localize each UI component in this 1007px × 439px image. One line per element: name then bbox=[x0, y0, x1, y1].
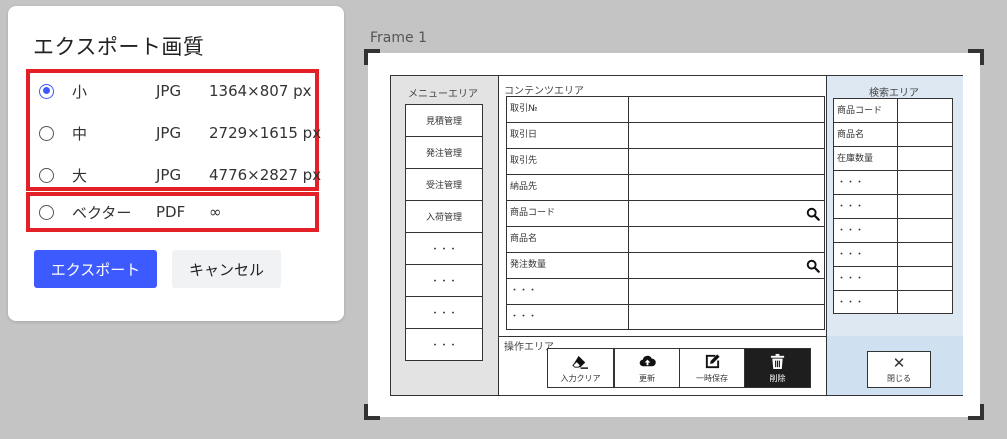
menu-item: ・・・ bbox=[405, 328, 483, 361]
search-row-label: ・・・ bbox=[837, 250, 865, 260]
search-icon bbox=[806, 259, 820, 273]
delete-button: 削除 bbox=[744, 348, 811, 388]
option-size: ベクター bbox=[72, 203, 132, 222]
search-row-label: ・・・ bbox=[837, 274, 865, 284]
content-area: コンテンツエリア 取引№ 取引日 取引先 納品先 商品コード 商品名 発注数量 … bbox=[499, 76, 827, 337]
search-row: ・・・ bbox=[833, 266, 953, 290]
content-row-label: 商品コード bbox=[510, 208, 556, 218]
radio-large[interactable] bbox=[39, 167, 54, 183]
radio-medium[interactable] bbox=[39, 125, 54, 141]
content-row: 取引先 bbox=[506, 148, 825, 174]
search-row-label: 在庫数量 bbox=[837, 154, 874, 164]
menu-item: 入荷管理 bbox=[405, 200, 483, 233]
trash-icon bbox=[770, 353, 785, 369]
content-row-label: 取引日 bbox=[510, 130, 538, 140]
export-dialog: エクスポート画質 小 JPG 1364×807 px 中 JPG 2729×16… bbox=[8, 6, 344, 321]
resize-handle-bottom-left[interactable] bbox=[364, 404, 380, 420]
temp-save-button: 一時保存 bbox=[679, 348, 745, 388]
search-row: ・・・ bbox=[833, 242, 953, 266]
menu-item: 受注管理 bbox=[405, 168, 483, 201]
export-button[interactable]: エクスポート bbox=[34, 250, 157, 288]
content-row: 商品名 bbox=[506, 226, 825, 252]
search-area-title: 検索エリア bbox=[869, 88, 919, 99]
content-row: 取引№ bbox=[506, 96, 825, 122]
raster-options-group: 小 JPG 1364×807 px 中 JPG 2729×1615 px 大 J… bbox=[26, 69, 322, 191]
option-size: 中 bbox=[72, 124, 88, 143]
menu-item: ・・・ bbox=[405, 264, 483, 297]
option-format: JPG bbox=[156, 82, 182, 100]
menu-item: ・・・ bbox=[405, 232, 483, 265]
option-format: JPG bbox=[156, 124, 182, 142]
search-row: ・・・ bbox=[833, 290, 953, 314]
option-dimensions: 4776×2827 px bbox=[209, 166, 322, 184]
content-row: 納品先 bbox=[506, 174, 825, 200]
resize-handle-top-left[interactable] bbox=[364, 49, 380, 65]
option-format: PDF bbox=[156, 203, 186, 221]
edit-icon bbox=[705, 353, 720, 368]
wireframe: メニューエリア 見積管理 発注管理 受注管理 入荷管理 ・・・ ・・・ ・・・ … bbox=[390, 75, 963, 396]
search-row: ・・・ bbox=[833, 218, 953, 242]
content-row: 商品コード bbox=[506, 200, 825, 226]
search-row-label: 商品コード bbox=[837, 106, 883, 116]
menu-area-title: メニューエリア bbox=[408, 89, 478, 100]
content-row: ・・・ bbox=[506, 304, 825, 330]
content-row: ・・・ bbox=[506, 278, 825, 304]
option-dimensions: 2729×1615 px bbox=[209, 124, 322, 142]
search-row: 在庫数量 bbox=[833, 146, 953, 170]
menu-item: 発注管理 bbox=[405, 136, 483, 169]
eraser-icon bbox=[572, 355, 589, 369]
radio-small[interactable] bbox=[39, 83, 54, 99]
search-icon bbox=[806, 207, 820, 221]
close-button: ✕ 閉じる bbox=[867, 351, 931, 388]
radio-vector[interactable] bbox=[39, 204, 54, 220]
button-label: 削除 bbox=[769, 373, 786, 383]
option-size: 大 bbox=[72, 166, 88, 185]
search-row-label: ・・・ bbox=[837, 226, 865, 236]
content-area-title: コンテンツエリア bbox=[504, 86, 584, 97]
frame-label: Frame 1 bbox=[370, 30, 427, 46]
button-label: 入力クリア bbox=[560, 373, 601, 383]
content-row-label: ・・・ bbox=[510, 312, 538, 322]
search-row-label: 商品名 bbox=[837, 130, 865, 140]
search-area: 検索エリア 商品コード 商品名 在庫数量 ・・・ ・・・ ・・・ ・・・ ・・・… bbox=[827, 76, 963, 337]
close-icon: ✕ bbox=[892, 354, 906, 372]
search-row-label: ・・・ bbox=[837, 298, 865, 308]
search-row: ・・・ bbox=[833, 170, 953, 194]
content-row: 発注数量 bbox=[506, 252, 825, 278]
option-size: 小 bbox=[72, 82, 88, 101]
search-row: ・・・ bbox=[833, 194, 953, 218]
option-dimensions: 1364×807 px bbox=[209, 82, 312, 100]
button-label: 閉じる bbox=[887, 374, 911, 383]
content-row: 取引日 bbox=[506, 122, 825, 148]
content-row-label: ・・・ bbox=[510, 286, 538, 296]
content-row-label: 商品名 bbox=[510, 234, 538, 244]
dialog-title: エクスポート画質 bbox=[33, 35, 205, 59]
resize-handle-top-right[interactable] bbox=[968, 49, 984, 65]
resize-handle-bottom-right[interactable] bbox=[968, 404, 984, 420]
vector-options-group: ベクター PDF ∞ bbox=[26, 192, 319, 232]
button-label: 更新 bbox=[639, 373, 655, 383]
update-button: 更新 bbox=[614, 348, 680, 388]
content-row-label: 納品先 bbox=[510, 182, 538, 192]
content-row-label: 取引先 bbox=[510, 156, 538, 166]
menu-item: 見積管理 bbox=[405, 104, 483, 137]
cancel-button[interactable]: キャンセル bbox=[172, 250, 281, 288]
operation-area: 操作エリア 入力クリア 更新 一時保存 削除 bbox=[499, 336, 827, 395]
option-dimensions: ∞ bbox=[209, 203, 222, 221]
content-row-label: 取引№ bbox=[510, 104, 538, 114]
close-area: ✕ 閉じる bbox=[827, 336, 963, 395]
content-row-label: 発注数量 bbox=[510, 260, 547, 270]
button-label: 一時保存 bbox=[696, 373, 728, 383]
search-row-label: ・・・ bbox=[837, 202, 865, 212]
search-row: 商品コード bbox=[833, 98, 953, 122]
search-row-label: ・・・ bbox=[837, 178, 865, 188]
option-format: JPG bbox=[156, 166, 182, 184]
search-row: 商品名 bbox=[833, 122, 953, 146]
clear-input-button: 入力クリア bbox=[547, 348, 614, 388]
menu-area: メニューエリア 見積管理 発注管理 受注管理 入荷管理 ・・・ ・・・ ・・・ … bbox=[391, 76, 499, 395]
cloud-upload-icon bbox=[639, 355, 656, 366]
menu-item: ・・・ bbox=[405, 296, 483, 329]
